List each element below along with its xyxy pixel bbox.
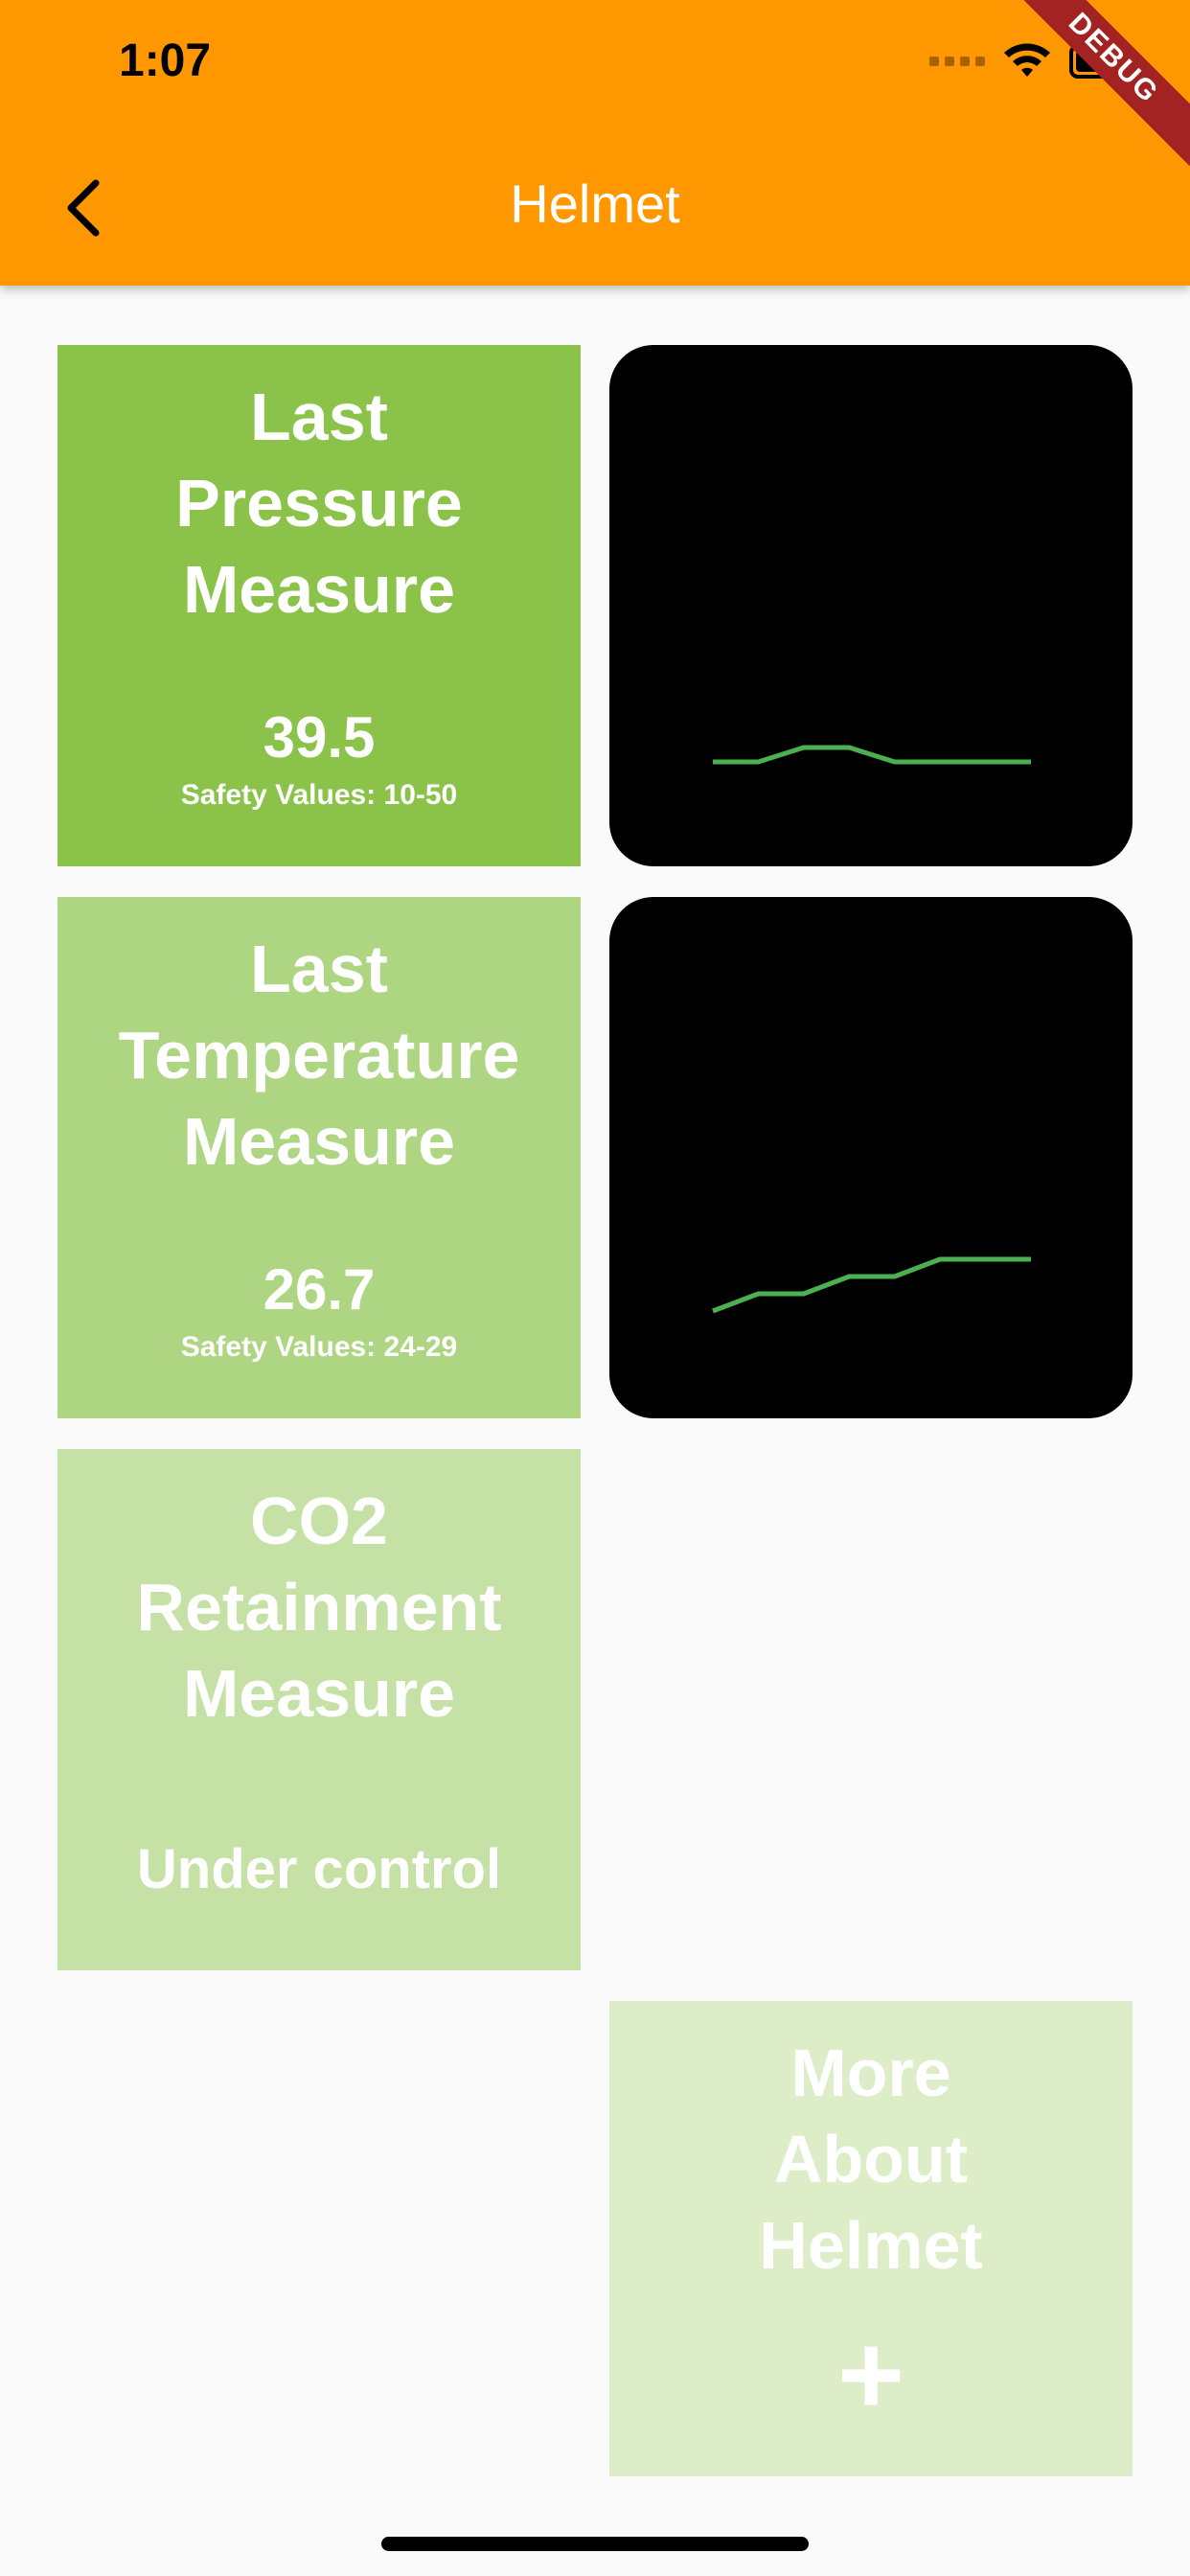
temperature-safety-values: Safety Values: 24-29	[180, 1331, 458, 1363]
app-bar: 1:07 Helmet	[0, 0, 1190, 286]
pressure-title: Last Pressure Measure	[175, 380, 463, 627]
page-title: Helmet	[510, 173, 680, 234]
plus-icon: +	[836, 2311, 905, 2439]
wifi-icon	[1004, 43, 1050, 77]
temperature-title: Last Temperature Measure	[118, 932, 520, 1179]
temperature-tile[interactable]: Last Temperature Measure 26.7 Safety Value…	[57, 897, 581, 1418]
co2-status: Under control	[136, 1838, 502, 1900]
pressure-tile[interactable]: Last Pressure Measure 39.5 Safety Values: …	[57, 345, 581, 866]
chart-series-line	[712, 1256, 1031, 1314]
temperature-chart	[609, 897, 1133, 1418]
more-title: More About Helmet	[759, 2036, 983, 2283]
co2-tile[interactable]: CO2 Retainment Measure Under control	[57, 1449, 581, 1970]
home-indicator[interactable]	[381, 2537, 809, 2551]
temperature-value: 26.7	[263, 1257, 376, 1322]
pressure-chart-svg	[713, 745, 1031, 765]
pressure-safety-values: Safety Values: 10-50	[180, 779, 458, 811]
pressure-chart	[609, 345, 1133, 866]
more-about-helmet-tile[interactable]: More About Helmet +	[609, 2001, 1133, 2476]
pressure-value: 39.5	[263, 705, 376, 770]
status-time: 1:07	[119, 35, 212, 86]
temperature-chart-svg	[712, 1256, 1031, 1314]
chart-series-line	[713, 745, 1031, 765]
co2-title: CO2 Retainment Measure	[136, 1484, 502, 1731]
cellular-signal-icon	[929, 57, 985, 66]
